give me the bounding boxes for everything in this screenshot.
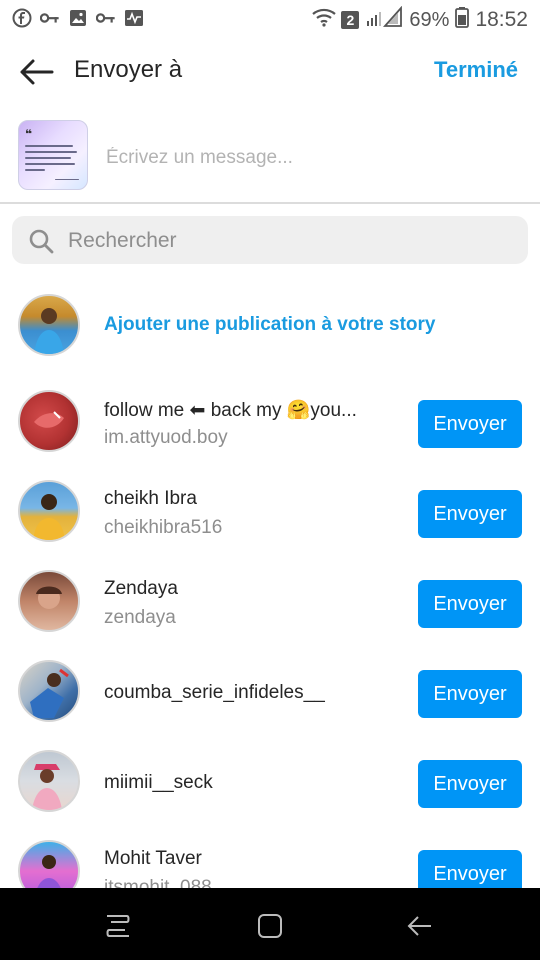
recent-apps-button[interactable] <box>98 908 138 944</box>
avatar <box>18 570 80 632</box>
avatar <box>18 480 80 542</box>
add-to-story-row[interactable]: Ajouter une publication à votre story <box>0 292 540 362</box>
contact-name: Zendaya <box>104 578 178 599</box>
image-icon <box>68 8 88 28</box>
home-icon <box>258 914 282 938</box>
home-button[interactable] <box>250 908 290 944</box>
status-bar: 2 69% 18:52 <box>0 0 540 38</box>
system-indicators: 2 69% 18:52 <box>311 5 528 34</box>
send-button[interactable]: Envoyer <box>418 490 522 538</box>
back-button[interactable] <box>16 54 56 90</box>
notification-icons <box>12 8 144 28</box>
send-button[interactable]: Envoyer <box>418 580 522 628</box>
send-button[interactable]: Envoyer <box>418 760 522 808</box>
battery-percent: 69% <box>409 8 450 31</box>
contact-row: follow me ⬅ back my 🤗you... im.attyuod.b… <box>0 390 540 470</box>
contact-name: Mohit Taver <box>104 848 202 869</box>
recent-apps-icon <box>106 915 130 937</box>
message-composer: ❝ <box>0 112 540 202</box>
contact-name: miimii__seck <box>104 772 213 793</box>
contact-row: coumba_serie_infideles__ Envoyer <box>0 660 540 740</box>
key-icon <box>96 8 116 28</box>
contact-name: follow me ⬅ back my 🤗you... <box>104 400 357 421</box>
done-button[interactable]: Terminé <box>434 57 518 83</box>
contact-username: zendaya <box>104 607 176 628</box>
system-back-button[interactable] <box>400 908 440 944</box>
signal-icon <box>365 5 403 34</box>
search-bar[interactable] <box>12 216 528 264</box>
battery-icon <box>455 6 470 34</box>
contact-username: cheikhibra516 <box>104 517 223 538</box>
contact-name: coumba_serie_infideles__ <box>104 682 325 703</box>
contact-row: miimii__seck Envoyer <box>0 750 540 830</box>
avatar <box>18 660 80 722</box>
key-icon <box>40 8 60 28</box>
page-title: Envoyer à <box>74 56 183 83</box>
header: Envoyer à Terminé <box>0 40 540 104</box>
divider <box>0 202 540 204</box>
avatar <box>18 390 80 452</box>
avatar <box>18 294 80 356</box>
contact-row: cheikh Ibra cheikhibra516 Envoyer <box>0 480 540 560</box>
search-input[interactable] <box>66 225 510 257</box>
add-to-story-label: Ajouter une publication à votre story <box>104 314 436 335</box>
facebook-icon <box>12 8 32 28</box>
search-icon <box>28 228 54 254</box>
sim-badge: 2 <box>341 11 360 29</box>
post-thumbnail: ❝ <box>18 120 88 190</box>
activity-icon <box>124 8 144 28</box>
avatar <box>18 750 80 812</box>
contact-username: im.attyuod.boy <box>104 427 228 448</box>
send-button[interactable]: Envoyer <box>418 670 522 718</box>
arrow-left-icon <box>20 59 54 85</box>
message-input[interactable] <box>104 142 508 174</box>
send-button[interactable]: Envoyer <box>418 400 522 448</box>
navigation-bar <box>0 888 540 960</box>
clock: 18:52 <box>475 8 528 31</box>
contact-row: Zendaya zendaya Envoyer <box>0 570 540 650</box>
wifi-icon <box>311 6 339 34</box>
back-icon <box>407 916 431 936</box>
contact-name: cheikh Ibra <box>104 488 197 509</box>
